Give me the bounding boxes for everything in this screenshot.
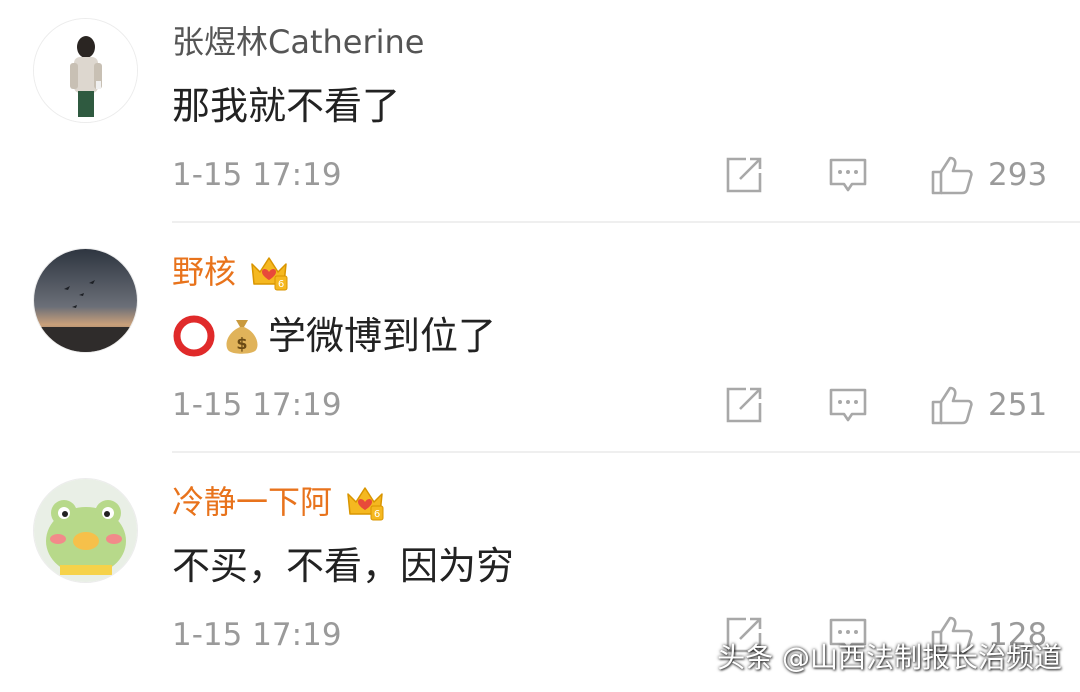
like-button[interactable]: 293: [930, 155, 1047, 195]
watermark: 头条 @山西法制报长治频道: [717, 641, 1062, 674]
avatar[interactable]: [33, 478, 138, 583]
share-icon: [726, 387, 762, 423]
divider: [172, 451, 1080, 453]
username[interactable]: 野核 6: [172, 252, 290, 292]
comment-item: 张煜林Catherine 那我就不看了 1-15 17:19 293: [0, 0, 1080, 230]
comment-text-content: 那我就不看了: [172, 84, 401, 128]
like-count: 293: [988, 157, 1048, 193]
comment-text: $ 学微博到位了: [172, 312, 496, 360]
timestamp: 1-15 17:19: [172, 387, 342, 423]
like-icon: [931, 386, 973, 425]
crown-badge-icon: 6: [251, 257, 288, 291]
username[interactable]: 张煜林Catherine: [172, 22, 425, 62]
reply-icon: [829, 388, 867, 422]
like-icon: [931, 156, 973, 195]
share-icon: [726, 157, 762, 193]
share-button[interactable]: [724, 385, 764, 425]
comment-text: 不买，不看，因为穷: [172, 542, 514, 590]
svg-text:$: $: [236, 334, 247, 353]
reply-button[interactable]: [828, 155, 868, 195]
comment-item: 野核 6 $ 学微博到位了 1-15 17:19 251: [0, 230, 1080, 460]
divider: [172, 221, 1080, 223]
timestamp: 1-15 17:19: [172, 617, 342, 653]
timestamp: 1-15 17:19: [172, 157, 342, 193]
money-bag-emoji: $: [226, 320, 258, 354]
crown-badge-icon: 6: [347, 487, 384, 521]
avatar[interactable]: [33, 18, 138, 123]
red-circle-emoji: [173, 315, 215, 357]
reply-button[interactable]: [828, 385, 868, 425]
comment-text: 那我就不看了: [172, 82, 400, 130]
username[interactable]: 冷静一下阿 6: [172, 482, 386, 522]
reply-icon: [829, 158, 867, 192]
username-text: 冷静一下阿: [172, 483, 333, 521]
like-button[interactable]: 251: [930, 385, 1047, 425]
username-text: 张煜林Catherine: [172, 23, 425, 61]
username-text: 野核: [172, 253, 237, 291]
comment-text-content: 学微博到位了: [268, 314, 497, 358]
svg-text:6: 6: [278, 279, 284, 290]
avatar[interactable]: [33, 248, 138, 353]
share-button[interactable]: [724, 155, 764, 195]
svg-text:6: 6: [374, 509, 380, 520]
like-count: 251: [988, 387, 1048, 423]
comment-text-content: 不买，不看，因为穷: [172, 544, 515, 588]
